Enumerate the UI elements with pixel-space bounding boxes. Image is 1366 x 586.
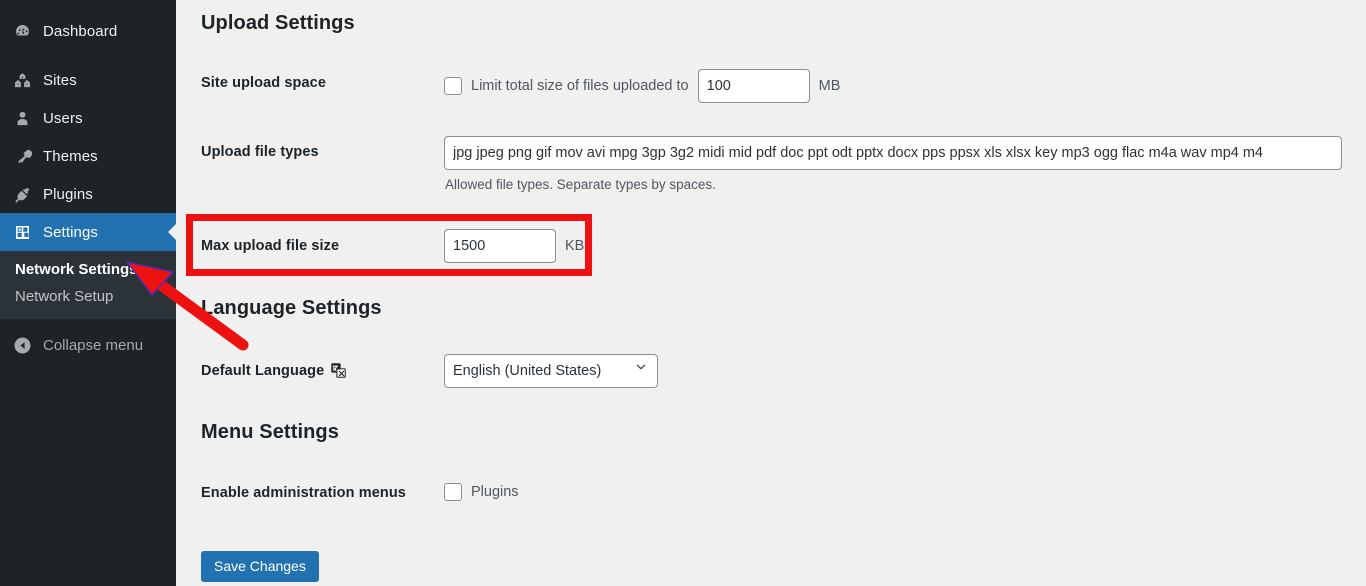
sidebar-item-label: Sites (43, 71, 77, 89)
max-upload-file-size-unit: KB (565, 238, 585, 254)
plugins-plug-icon (8, 185, 36, 204)
collapse-arrow-icon (8, 336, 36, 355)
collapse-menu-label: Collapse menu (43, 336, 144, 354)
sidebar-item-themes[interactable]: Themes (0, 137, 176, 175)
settings-icon (8, 223, 36, 242)
settings-submenu: Network Settings Network Setup (0, 251, 176, 319)
sidebar-item-dashboard[interactable]: Dashboard (0, 12, 176, 50)
sidebar-item-label: Plugins (43, 185, 93, 203)
users-icon (8, 109, 36, 128)
save-changes-button[interactable]: Save Changes (201, 551, 319, 583)
max-upload-file-size-input[interactable] (444, 229, 556, 263)
sidebar-item-sites[interactable]: Sites (0, 61, 176, 99)
plugins-checkbox[interactable] (444, 483, 462, 501)
sidebar-item-plugins[interactable]: Plugins (0, 175, 176, 213)
plugins-checkbox-label: Plugins (471, 484, 519, 500)
upload-file-types-helper: Allowed file types. Separate types by sp… (445, 177, 716, 192)
max-upload-file-size-label: Max upload file size (201, 238, 340, 254)
default-language-label-text: Default Language (201, 362, 325, 379)
max-upload-file-size-field: KB (444, 229, 584, 263)
settings-form: Upload Settings Site upload space Limit … (176, 0, 1366, 586)
themes-brush-icon (8, 147, 36, 166)
sidebar-item-settings[interactable]: Settings (0, 213, 176, 251)
limit-upload-space-checkbox[interactable] (444, 77, 462, 95)
upload-settings-heading: Upload Settings (201, 12, 355, 34)
default-language-select[interactable]: English (United States) (444, 354, 658, 388)
upload-file-types-input[interactable] (444, 136, 1342, 170)
sidebar-item-label: Themes (43, 147, 98, 165)
language-settings-heading: Language Settings (201, 297, 382, 319)
sites-icon (8, 71, 36, 90)
site-upload-space-unit: MB (818, 78, 841, 94)
upload-file-types-label: Upload file types (201, 144, 319, 160)
default-language-label: Default Language (201, 362, 347, 379)
upload-file-types-field (444, 136, 1342, 170)
limit-upload-space-label: Limit total size of files uploaded to (471, 78, 689, 94)
sidebar-item-network-setup[interactable]: Network Setup (0, 283, 176, 310)
sidebar-item-label: Users (43, 109, 83, 127)
site-upload-space-input[interactable] (697, 69, 810, 103)
sidebar-item-label: Settings (43, 223, 98, 241)
sidebar-item-label: Dashboard (43, 22, 118, 40)
default-language-select-wrap: English (United States) (444, 354, 658, 388)
sidebar-item-users[interactable]: Users (0, 99, 176, 137)
collapse-menu-button[interactable]: Collapse menu (0, 326, 176, 364)
enable-admin-menus-label: Enable administration menus (201, 485, 406, 501)
dashboard-icon (8, 22, 36, 41)
admin-sidebar: Dashboard Sites Users Themes Plugins Set… (0, 0, 176, 586)
site-upload-space-field: Limit total size of files uploaded to MB (444, 69, 840, 103)
site-upload-space-label: Site upload space (201, 75, 326, 91)
wordpress-network-settings-screen: Dashboard Sites Users Themes Plugins Set… (0, 0, 1366, 586)
sidebar-item-network-settings[interactable]: Network Settings (0, 256, 176, 283)
menu-settings-heading: Menu Settings (201, 421, 339, 443)
translation-icon (330, 362, 347, 379)
default-language-field: English (United States) (444, 354, 658, 388)
enable-admin-menus-field: Plugins (444, 483, 528, 501)
